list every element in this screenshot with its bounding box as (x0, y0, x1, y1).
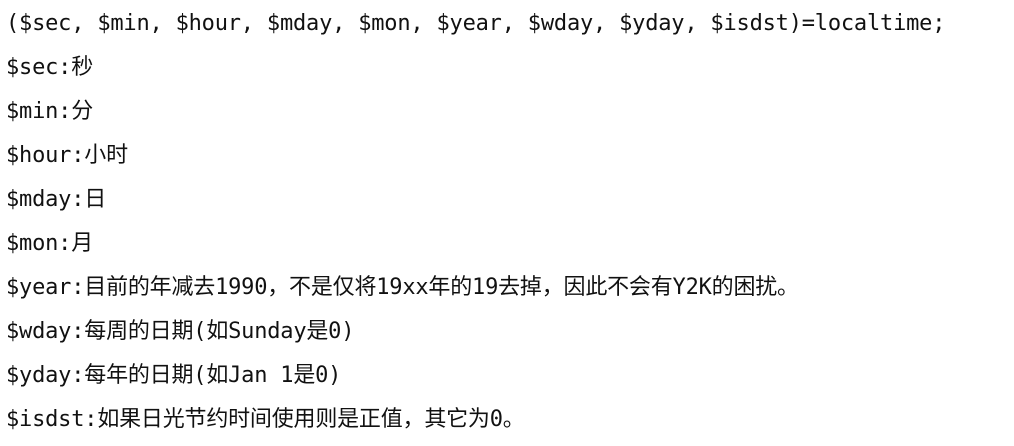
description-year: $year:目前的年减去1990，不是仅将19xx年的19去掉，因此不会有Y2K… (6, 275, 799, 300)
description-hour: $hour:小时 (6, 143, 128, 168)
description-isdst: $isdst:如果日光节约时间使用则是正值，其它为0。 (6, 407, 525, 432)
document-body: ($sec, $min, $hour, $mday, $mon, $year, … (6, 6, 1010, 446)
code-line-localtime: ($sec, $min, $hour, $mday, $mon, $year, … (6, 11, 946, 36)
description-mon: $mon:月 (6, 231, 94, 256)
description-sec: $sec:秒 (6, 55, 94, 80)
description-mday: $mday:日 (6, 187, 107, 212)
description-min: $min:分 (6, 99, 94, 124)
description-wday: $wday:每周的日期(如Sunday是0) (6, 319, 355, 344)
description-yday: $yday:每年的日期(如Jan 1是0) (6, 363, 342, 388)
